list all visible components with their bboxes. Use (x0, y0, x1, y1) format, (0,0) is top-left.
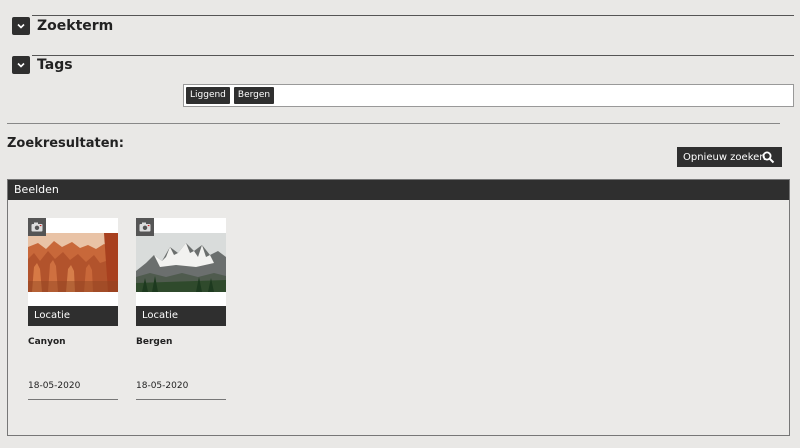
mountain-photo (136, 233, 226, 292)
image-date: 18-05-2020 (28, 381, 81, 391)
chevron-down-icon[interactable] (12, 56, 30, 74)
search-again-button[interactable]: Opnieuw zoeken (677, 147, 782, 167)
tags-heading: Tags (37, 57, 73, 73)
camera-icon (136, 218, 154, 236)
card-divider (136, 399, 226, 400)
chevron-down-icon[interactable] (12, 17, 30, 35)
zoekterm-divider (32, 15, 794, 16)
card-divider (28, 399, 118, 400)
tags-toggle-row[interactable]: Tags (12, 53, 73, 77)
category-label: Locatie (136, 306, 226, 326)
thumbnail[interactable] (136, 218, 226, 306)
results-divider (7, 123, 780, 124)
zoekterm-toggle-row[interactable]: Zoekterm (12, 14, 113, 38)
image-card[interactable]: Locatie Bergen 18-05-2020 (136, 218, 226, 400)
canyon-photo (28, 233, 118, 292)
zoekterm-heading: Zoekterm (37, 18, 114, 34)
image-title[interactable]: Canyon (28, 337, 118, 347)
tags-divider (32, 55, 794, 56)
image-date: 18-05-2020 (136, 381, 189, 391)
image-title[interactable]: Bergen (136, 337, 226, 347)
search-again-label: Opnieuw zoeken (683, 151, 766, 163)
search-icon (762, 151, 775, 164)
thumbnail[interactable] (28, 218, 118, 306)
panel-title: Beelden (8, 180, 789, 200)
images-panel: Beelden Locatie Canyon 18-05-2020 Locati… (7, 179, 790, 436)
category-label: Locatie (28, 306, 118, 326)
tag-chip[interactable]: Bergen (233, 87, 275, 104)
image-card[interactable]: Locatie Canyon 18-05-2020 (28, 218, 118, 400)
camera-icon (28, 218, 46, 236)
tags-input[interactable]: Liggend Bergen (183, 84, 794, 107)
tag-chip[interactable]: Liggend (186, 87, 230, 104)
results-heading: Zoekresultaten: (7, 136, 124, 151)
